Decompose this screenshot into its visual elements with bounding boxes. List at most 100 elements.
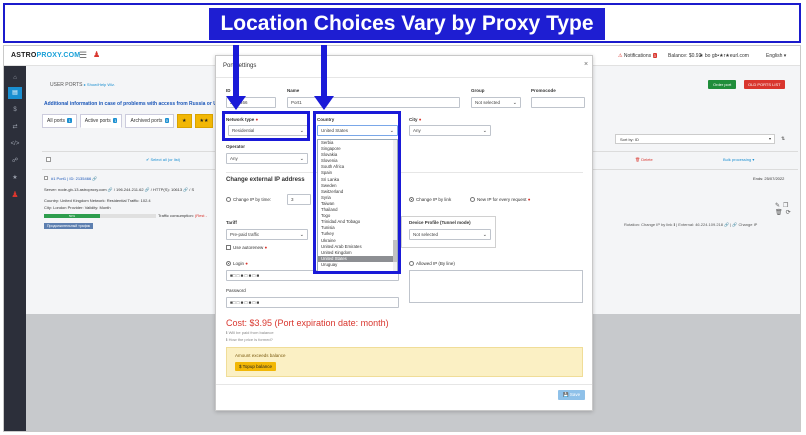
chevron-down-icon: ⌄ xyxy=(482,232,487,238)
consumption-value: (Rest - xyxy=(194,213,207,218)
change-ip-by-time-radio[interactable]: Change IP by time: xyxy=(226,197,272,203)
chevron-down-icon: ⌄ xyxy=(299,232,304,238)
help-wizard-link[interactable]: ▸ Show/Help Wiz. xyxy=(84,82,115,87)
name-field[interactable]: Port1 xyxy=(287,97,460,108)
banner-title: Location Choices Vary by Proxy Type xyxy=(209,8,605,40)
language-select[interactable]: English ▾ xyxy=(766,53,786,59)
tag-badge: Продолжительный трафик xyxy=(44,223,94,229)
refresh-icon[interactable]: ⟳ xyxy=(786,210,794,216)
login-radio[interactable]: Login ● xyxy=(226,261,248,267)
allowed-ip-radio[interactable]: Allowed IP (By line) xyxy=(409,261,455,267)
tab-label: Active ports xyxy=(84,118,111,124)
price-formed-link[interactable]: ℹ How the price is formed? xyxy=(226,337,273,342)
home-icon[interactable]: ⌂ xyxy=(8,72,22,84)
port-settings-modal: Port settings × ID 2135466 Name Port1 Gr… xyxy=(215,55,593,411)
notifications-link[interactable]: ⚠ Notifications 3 xyxy=(618,53,657,59)
port-checkbox[interactable] xyxy=(44,176,48,180)
sort-select[interactable]: Sort by: ID ▾ xyxy=(615,134,775,144)
notifications-label: Notifications xyxy=(623,53,652,59)
user-icon[interactable]: ♟ xyxy=(93,50,100,59)
select-all-checkbox[interactable] xyxy=(46,157,51,162)
tariff-select[interactable]: Pre-paid traffic ⌄ xyxy=(226,229,308,240)
change-ip-by-link-radio[interactable]: Change IP by link xyxy=(409,197,452,203)
tab-label: Archived ports xyxy=(130,118,163,124)
operator-value: Any xyxy=(230,156,238,161)
balance-warning: Amount exceeds balance $ Topup balance xyxy=(226,347,583,377)
notifications-count: 3 xyxy=(652,53,657,58)
tab-archived-ports[interactable]: Archived ports 0 xyxy=(125,114,175,128)
new-ip-every-request-radio[interactable]: New IP for every request ● xyxy=(470,197,530,203)
city-select[interactable]: Any ⌄ xyxy=(409,125,491,136)
ports-icon[interactable]: ▤ xyxy=(8,87,22,99)
allowed-ip-label: Allowed IP (By line) xyxy=(416,261,455,266)
menu-icon[interactable]: ☰ xyxy=(79,50,87,61)
trash-icon[interactable]: 🗑 xyxy=(775,210,786,216)
password-field[interactable]: ■□ □ ■ □ ■ □ ■ xyxy=(226,297,399,308)
close-icon[interactable]: × xyxy=(584,61,588,68)
annotation-arrow-head xyxy=(314,96,334,110)
change-ip-by-link-label: Change IP by link xyxy=(416,197,452,202)
sort-value: Sort by: ID xyxy=(620,137,639,142)
order-port-button[interactable]: Order port xyxy=(708,80,737,89)
chevron-down-icon: ⌄ xyxy=(512,100,517,106)
save-button[interactable]: 💾 Save xyxy=(558,390,586,400)
promocode-field[interactable] xyxy=(531,97,585,108)
allowed-ip-textarea[interactable] xyxy=(409,270,583,303)
annotation-arrow-shaft xyxy=(233,45,239,97)
port-id[interactable]: #1 Port1 | ID: 2135466 🔗 xyxy=(51,176,97,181)
external-ip-title: Change external IP address xyxy=(226,177,305,183)
warning-text: Amount exceeds balance xyxy=(235,353,286,358)
annotation-banner: Location Choices Vary by Proxy Type xyxy=(3,3,801,43)
city-value: Any xyxy=(413,128,421,133)
operator-label: Operator xyxy=(226,144,246,149)
tab-extra[interactable]: ★★ xyxy=(194,114,214,128)
id-label: ID xyxy=(226,88,231,93)
radio-button xyxy=(409,261,414,267)
modal-title: Port settings xyxy=(223,63,257,69)
tab-all-ports[interactable]: All ports 1 xyxy=(42,114,77,128)
user-profile[interactable]: ★ bo gb•★r★eurl.com xyxy=(699,53,749,59)
details-line-2: City: London Provider: Validity: Month xyxy=(44,205,111,210)
transfer-icon[interactable]: ⇄ xyxy=(8,121,22,133)
device-profile-select[interactable]: Not selected ⌄ xyxy=(409,229,491,240)
radio-button xyxy=(409,197,414,203)
tab-favorites[interactable]: ★ xyxy=(177,114,192,128)
old-ports-button[interactable]: OLD PORTS LIST xyxy=(744,80,785,89)
group-select[interactable]: Not selected ⌄ xyxy=(471,97,521,108)
change-ip-by-time-label: Change IP by time: xyxy=(233,197,272,202)
select-all-link[interactable]: ✔ Select all (or list) xyxy=(146,157,180,162)
logo[interactable]: ASTROPROXY.COM xyxy=(11,52,80,59)
divider xyxy=(226,172,583,173)
sidebar: ⌂ ▤ $ ⇄ </> ☍ ★ ♟ xyxy=(4,66,26,431)
group-value: Not selected xyxy=(475,100,501,105)
chevron-down-icon: ⌄ xyxy=(482,128,487,134)
balance[interactable]: Balance: $0.92 xyxy=(668,53,701,59)
port-ends-date: Ends: 25/07/2022 xyxy=(753,176,785,181)
bulk-processing-button[interactable]: Bulk processing ▾ xyxy=(723,157,754,162)
autorenew-checkbox[interactable]: Use autorenew ● xyxy=(226,245,267,251)
annotation-arrow-shaft xyxy=(321,45,327,97)
topup-balance-button[interactable]: $ Topup balance xyxy=(235,362,276,371)
code-icon[interactable]: </> xyxy=(8,138,22,150)
dollar-icon[interactable]: $ xyxy=(8,104,22,116)
change-ip-time-field[interactable]: 3 xyxy=(287,194,311,205)
tab-count: 1 xyxy=(113,118,118,123)
network-icon[interactable]: ☍ xyxy=(8,155,22,167)
consumption-label: Traffic consumption: xyxy=(158,213,194,218)
info-link[interactable]: Additional information in case of proble… xyxy=(44,101,232,107)
star-icon[interactable]: ★ xyxy=(8,172,22,184)
checkbox xyxy=(226,245,231,251)
cost-label: Cost: $3.95 (Port expiration date: month… xyxy=(226,318,389,328)
city-label: City ● xyxy=(409,117,422,122)
delete-button[interactable]: 🗑 Delete xyxy=(635,157,653,162)
sort-direction-icon[interactable]: ⇅ xyxy=(781,136,785,142)
edit-icon[interactable]: ✎ xyxy=(775,203,783,209)
operator-select[interactable]: Any ⌄ xyxy=(226,153,308,164)
copy-icon[interactable]: ❐ xyxy=(783,203,791,209)
tab-active-ports[interactable]: Active ports 1 xyxy=(79,114,123,128)
tab-count: 1 xyxy=(67,118,72,123)
port-tabs: All ports 1 Active ports 1 Archived port… xyxy=(42,114,214,128)
network-type-highlight xyxy=(222,111,310,141)
account-icon[interactable]: ♟ xyxy=(8,189,22,201)
tariff-label: Tariff xyxy=(226,220,237,225)
